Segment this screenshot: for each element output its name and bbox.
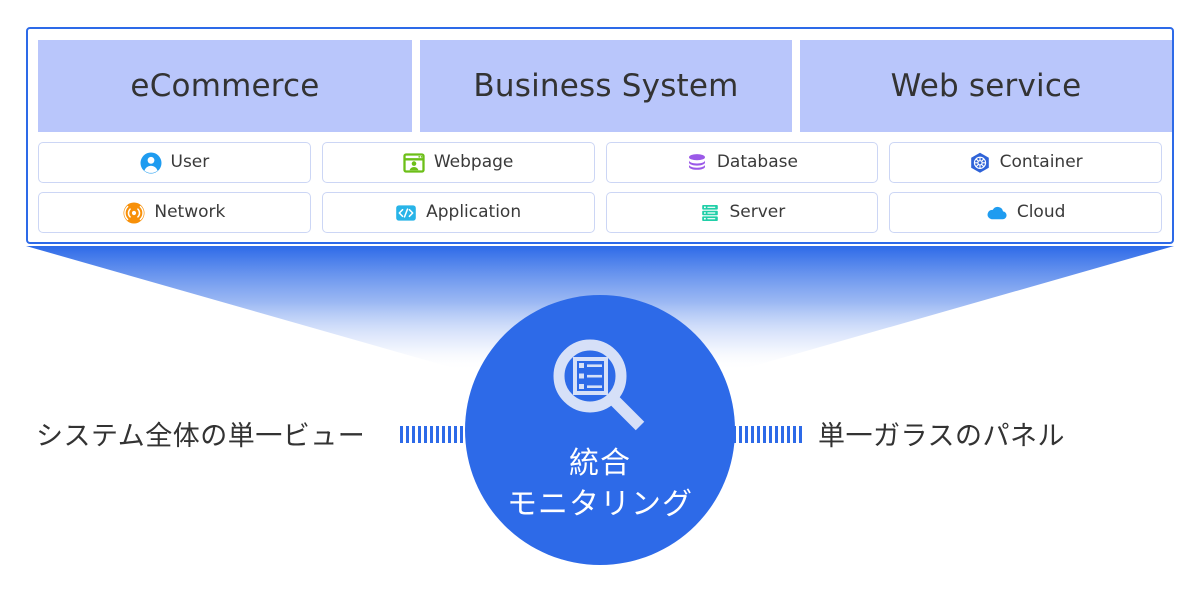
category-row: eCommerce Business System Web service bbox=[38, 40, 1172, 132]
item-card-database[interactable]: Database bbox=[605, 142, 879, 183]
item-card-network[interactable]: Network bbox=[38, 192, 311, 233]
items-row: User Webpage Database Container bbox=[38, 142, 1162, 183]
magnifying-glass-server-icon bbox=[546, 336, 654, 436]
caption-left: システム全体の単一ビュー bbox=[36, 421, 366, 452]
item-label: Webpage bbox=[433, 152, 514, 172]
category-label: eCommerce bbox=[130, 68, 320, 104]
item-label: Network bbox=[154, 202, 226, 222]
connector-line-left bbox=[400, 426, 472, 443]
category-tab-web-service[interactable]: Web service bbox=[800, 40, 1172, 132]
category-tab-business-system[interactable]: Business System bbox=[420, 40, 792, 132]
network-icon bbox=[123, 202, 145, 224]
system-container: eCommerce Business System Web service Us… bbox=[26, 27, 1174, 244]
integrated-monitoring-circle[interactable]: 統合 モニタリング bbox=[465, 295, 735, 565]
category-label: Web service bbox=[890, 68, 1082, 104]
category-label: Business System bbox=[473, 68, 739, 104]
application-icon bbox=[395, 202, 417, 224]
items-grid: User Webpage Database Container Network … bbox=[38, 142, 1162, 233]
item-card-container[interactable]: Container bbox=[889, 142, 1162, 183]
database-icon bbox=[686, 152, 708, 174]
item-label: User bbox=[170, 152, 210, 172]
webpage-icon bbox=[403, 152, 425, 174]
connector-line-right bbox=[733, 426, 805, 443]
circle-caption: 統合 モニタリング bbox=[507, 444, 693, 526]
item-label: Cloud bbox=[1016, 202, 1066, 222]
category-tab-ecommerce[interactable]: eCommerce bbox=[38, 40, 412, 132]
user-icon bbox=[140, 152, 162, 174]
item-card-user[interactable]: User bbox=[38, 142, 311, 183]
item-card-cloud[interactable]: Cloud bbox=[889, 192, 1162, 233]
items-row: Network Application Server Cloud bbox=[38, 192, 1162, 233]
circle-caption-line2: モニタリング bbox=[507, 486, 693, 522]
cloud-icon bbox=[986, 202, 1008, 224]
item-label: Application bbox=[426, 202, 522, 222]
item-card-server[interactable]: Server bbox=[605, 192, 879, 233]
server-icon bbox=[699, 202, 721, 224]
item-label: Server bbox=[729, 202, 786, 222]
circle-caption-line1: 統合 bbox=[569, 446, 631, 481]
caption-right: 単一ガラスのパネル bbox=[818, 421, 1065, 452]
item-card-application[interactable]: Application bbox=[321, 192, 595, 233]
item-label: Container bbox=[999, 152, 1083, 172]
container-icon bbox=[969, 152, 991, 174]
item-label: Database bbox=[716, 152, 798, 172]
item-card-webpage[interactable]: Webpage bbox=[321, 142, 595, 183]
